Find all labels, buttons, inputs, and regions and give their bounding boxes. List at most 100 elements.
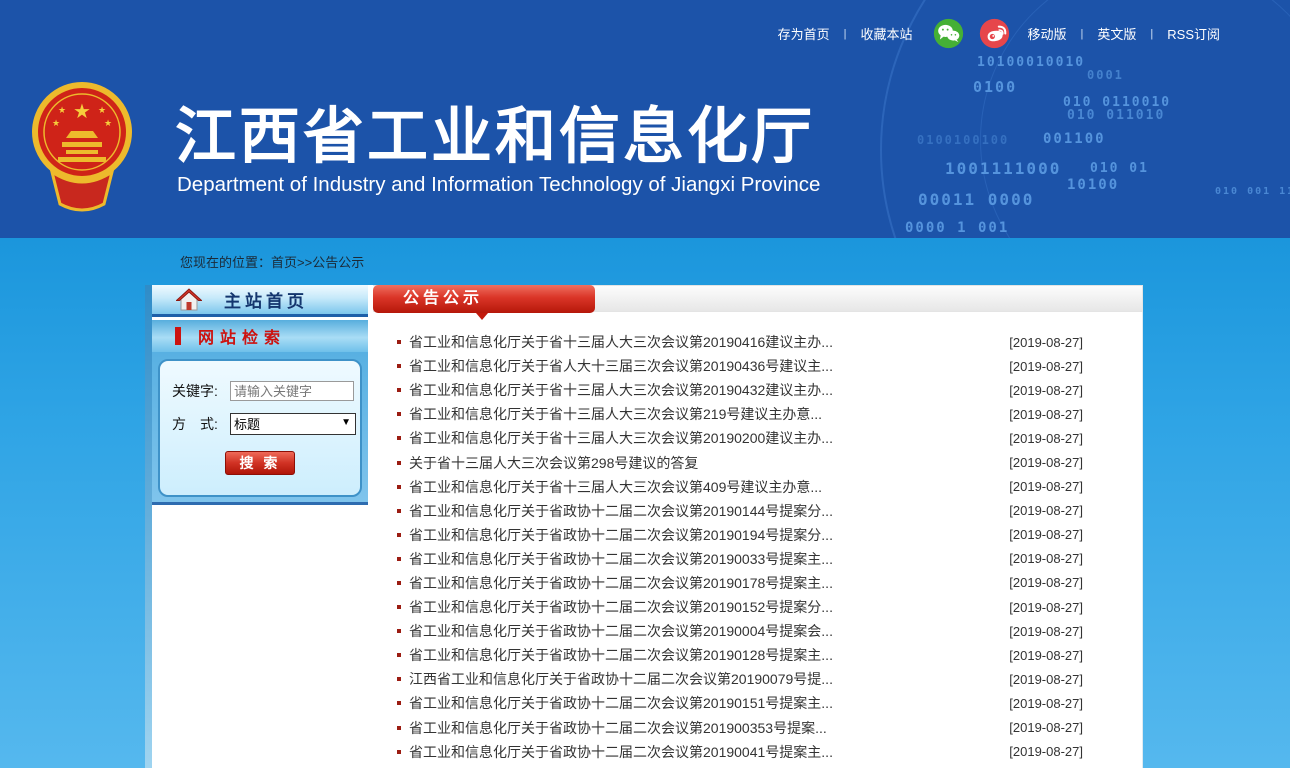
weibo-icon[interactable] xyxy=(979,18,1010,49)
announcement-date: [2019-08-27] xyxy=(1009,503,1083,518)
announcement-link[interactable]: 省工业和信息化厅关于省政协十二届二次会议第20190128号提案主... xyxy=(409,645,1009,665)
announcement-date: [2019-08-27] xyxy=(1009,696,1083,711)
svg-text:★: ★ xyxy=(58,105,66,115)
announcement-row: 省工业和信息化厅关于省十三届人大三次会议第20190200建议主办... [20… xyxy=(397,426,1143,450)
announcement-date: [2019-08-27] xyxy=(1009,455,1083,470)
bullet-icon xyxy=(397,726,401,730)
search-button[interactable]: 搜 索 xyxy=(225,451,295,475)
binary-decoration: 010 001 11 xyxy=(1215,186,1290,197)
section-header-bar: 公告公示 xyxy=(373,285,1143,312)
rss-link[interactable]: RSS订阅 xyxy=(1167,24,1220,43)
announcement-link[interactable]: 省工业和信息化厅关于省十三届人大三次会议第409号建议主办意... xyxy=(409,477,1009,497)
binary-decoration: 010 01 xyxy=(1090,161,1149,176)
svg-text:★: ★ xyxy=(104,118,112,128)
nav-separator: | xyxy=(844,28,847,40)
breadcrumb-prefix: 您现在的位置： xyxy=(180,255,271,270)
top-nav: 存为首页 | 收藏本站 xyxy=(778,18,1220,49)
binary-decoration: 0001 xyxy=(1087,68,1124,82)
sidebar-search-section-header: 网站检索 xyxy=(152,320,368,352)
announcement-link[interactable]: 省工业和信息化厅关于省十三届人大三次会议第20190200建议主办... xyxy=(409,428,1009,448)
announcement-date: [2019-08-27] xyxy=(1009,575,1083,590)
main-panel: 公告公示 省工业和信息化厅关于省十三届人大三次会议第20190416建议主办..… xyxy=(373,285,1143,768)
binary-decoration: 1001111000 xyxy=(945,159,1061,178)
announcement-row: 省工业和信息化厅关于省政协十二届二次会议第20190128号提案主... [20… xyxy=(397,643,1143,667)
sidebar-item-main-home[interactable]: 主站首页 xyxy=(152,285,368,317)
keyword-label: 关键字: xyxy=(172,381,230,401)
announcement-link[interactable]: 省工业和信息化厅关于省十三届人大三次会议第20190432建议主办... xyxy=(409,380,1009,400)
announcement-link[interactable]: 省工业和信息化厅关于省政协十二届二次会议第20190033号提案主... xyxy=(409,549,1009,569)
tab-pointer-icon xyxy=(476,313,488,320)
announcement-row: 省工业和信息化厅关于省政协十二届二次会议第20190151号提案主... [20… xyxy=(397,691,1143,715)
announcement-date: [2019-08-27] xyxy=(1009,431,1083,446)
home-icon xyxy=(176,288,202,312)
announcement-row: 关于省十三届人大三次会议第298号建议的答复 [2019-08-27] xyxy=(397,450,1143,474)
set-homepage-link[interactable]: 存为首页 xyxy=(778,24,830,43)
announcement-link[interactable]: 省工业和信息化厅关于省政协十二届二次会议第20190178号提案主... xyxy=(409,573,1009,593)
binary-decoration: 001100 xyxy=(1043,131,1106,147)
site-title: 江西省工业和信息化厅 xyxy=(175,86,815,175)
mobile-version-link[interactable]: 移动版 xyxy=(1028,24,1067,43)
bullet-icon xyxy=(397,412,401,416)
red-bar-icon xyxy=(175,327,181,345)
bullet-icon xyxy=(397,581,401,585)
bullet-icon xyxy=(397,701,401,705)
announcement-row: 省工业和信息化厅关于省十三届人大三次会议第219号建议主办意... [2019-… xyxy=(397,402,1143,426)
announcement-row: 省工业和信息化厅关于省政协十二届二次会议第20190041号提案主... [20… xyxy=(397,740,1143,764)
announcement-row: 省工业和信息化厅关于省十三届人大三次会议第20190432建议主办... [20… xyxy=(397,378,1143,402)
announcement-link[interactable]: 省工业和信息化厅关于省政协十二届二次会议第20190151号提案主... xyxy=(409,693,1009,713)
announcement-date: [2019-08-27] xyxy=(1009,600,1083,615)
announcement-link[interactable]: 省工业和信息化厅关于省人大十三届三次会议第20190436号建议主... xyxy=(409,356,1009,376)
announcement-link[interactable]: 省工业和信息化厅关于省政协十二届二次会议第201900353号提案... xyxy=(409,718,1009,738)
announcement-date: [2019-08-27] xyxy=(1009,407,1083,422)
content-area: 您现在的位置：首页>>公告公示 主站首页 网站检索 关键字: xyxy=(0,238,1290,768)
search-zone: 关键字: 方 式: 标题 ▼ 搜 索 xyxy=(152,352,368,505)
announcement-date: [2019-08-27] xyxy=(1009,551,1083,566)
bullet-icon xyxy=(397,388,401,392)
tab-announcements: 公告公示 xyxy=(373,285,595,313)
announcement-link[interactable]: 关于省十三届人大三次会议第298号建议的答复 xyxy=(409,453,1009,473)
announcement-row: 省工业和信息化厅关于省政协十二届二次会议第20190194号提案分... [20… xyxy=(397,523,1143,547)
binary-decoration: 0000 1 001 xyxy=(905,220,1009,236)
national-emblem: ★ ★ ★ ★ ★ xyxy=(30,80,134,216)
english-version-link[interactable]: 英文版 xyxy=(1097,24,1136,43)
keyword-input[interactable] xyxy=(230,381,354,401)
binary-decoration: 10100010010 xyxy=(977,55,1085,70)
bullet-icon xyxy=(397,557,401,561)
mode-select[interactable]: 标题 xyxy=(230,413,356,435)
announcement-date: [2019-08-27] xyxy=(1009,720,1083,735)
announcement-row: 省工业和信息化厅关于省政协十二届二次会议第20190033号提案主... [20… xyxy=(397,547,1143,571)
announcement-link[interactable]: 省工业和信息化厅关于省政协十二届二次会议第20190004号提案会... xyxy=(409,621,1009,641)
binary-decoration: 00011 0000 xyxy=(918,190,1034,209)
bullet-icon xyxy=(397,605,401,609)
bullet-icon xyxy=(397,461,401,465)
breadcrumb-current: 公告公示 xyxy=(312,255,364,270)
breadcrumb-home-link[interactable]: 首页 xyxy=(271,255,297,270)
announcement-link[interactable]: 省工业和信息化厅关于省政协十二届二次会议第20190152号提案分... xyxy=(409,597,1009,617)
announcement-date: [2019-08-27] xyxy=(1009,359,1083,374)
bullet-icon xyxy=(397,750,401,754)
announcement-link[interactable]: 省工业和信息化厅关于省政协十二届二次会议第20190041号提案主... xyxy=(409,742,1009,762)
mode-label: 方 式: xyxy=(172,414,230,434)
bullet-icon xyxy=(397,677,401,681)
bullet-icon xyxy=(397,340,401,344)
announcement-row: 江西省工业和信息化厅关于省政协十二届二次会议第20190079号提... [20… xyxy=(397,667,1143,691)
announcement-link[interactable]: 江西省工业和信息化厅关于省政协十二届二次会议第20190079号提... xyxy=(409,669,1009,689)
section-title: 公告公示 xyxy=(403,290,483,307)
announcement-link[interactable]: 省工业和信息化厅关于省政协十二届二次会议第20190194号提案分... xyxy=(409,525,1009,545)
wechat-icon[interactable] xyxy=(933,18,964,49)
bullet-icon xyxy=(397,364,401,368)
announcement-link[interactable]: 省工业和信息化厅关于省十三届人大三次会议第20190416建议主办... xyxy=(409,332,1009,352)
binary-decoration: 10100 xyxy=(1067,177,1119,193)
svg-text:★: ★ xyxy=(98,105,106,115)
announcement-row: 省工业和信息化厅关于省十三届人大三次会议第409号建议主办意... [2019-… xyxy=(397,475,1143,499)
announcement-link[interactable]: 省工业和信息化厅关于省政协十二届二次会议第20190144号提案分... xyxy=(409,501,1009,521)
announcement-row: 省工业和信息化厅关于省政协十二届二次会议第20190178号提案主... [20… xyxy=(397,571,1143,595)
announcement-row: 省工业和信息化厅关于省政协十二届二次会议第20190152号提案分... [20… xyxy=(397,595,1143,619)
bullet-icon xyxy=(397,653,401,657)
announcement-row: 省工业和信息化厅关于省人大十三届三次会议第20190436号建议主... [20… xyxy=(397,354,1143,378)
breadcrumb-separator: >> xyxy=(297,255,312,270)
announcement-link[interactable]: 省工业和信息化厅关于省十三届人大三次会议第219号建议主办意... xyxy=(409,404,1009,424)
nav-separator: | xyxy=(1150,28,1153,40)
bookmark-site-link[interactable]: 收藏本站 xyxy=(861,24,913,43)
announcement-date: [2019-08-27] xyxy=(1009,648,1083,663)
